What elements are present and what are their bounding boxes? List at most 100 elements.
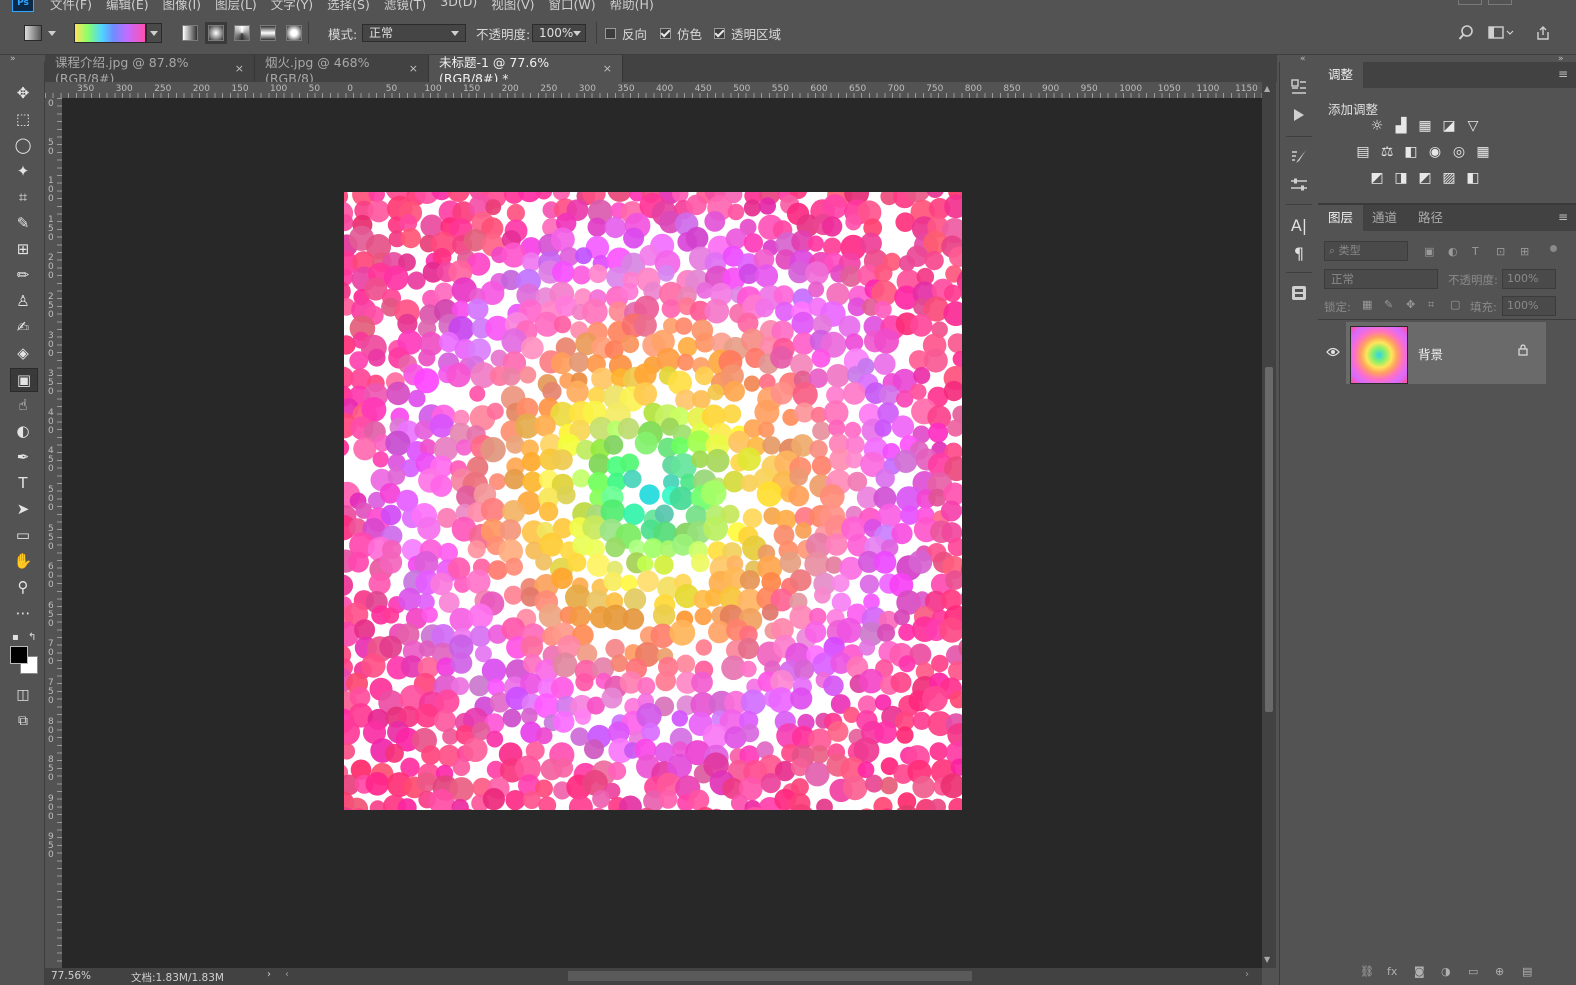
photo-filter-icon[interactable]: ◉ — [1426, 144, 1444, 160]
smudge-tool-icon[interactable]: ☝ — [10, 394, 36, 416]
brightness-icon[interactable]: ☼ — [1368, 118, 1386, 134]
angle-gradient-button[interactable] — [234, 22, 250, 44]
frame-tool-icon[interactable]: ⊞ — [10, 238, 36, 260]
menu-item[interactable]: 文件(F) — [50, 0, 92, 13]
move-tool-icon[interactable]: ✥ — [10, 82, 36, 104]
close-icon[interactable]: × — [235, 62, 244, 75]
adjustment-layer-icon[interactable]: ◑ — [1441, 965, 1451, 978]
layer-name[interactable]: 背景 — [1418, 344, 1443, 363]
scroll-up-icon[interactable]: ▲ — [1264, 84, 1270, 93]
history-icon[interactable] — [1288, 76, 1310, 98]
marquee-tool-icon[interactable]: ⬚ — [10, 108, 36, 130]
hand-tool-icon[interactable]: ✋ — [10, 550, 36, 572]
menu-item[interactable]: 帮助(H) — [610, 0, 654, 13]
checkbox[interactable] — [714, 27, 725, 39]
gradient-tool-icon[interactable]: ▣ — [10, 368, 38, 392]
character-icon[interactable]: A| — [1288, 214, 1310, 236]
tab-channels[interactable]: 通道 — [1362, 205, 1407, 231]
hue-sat-icon[interactable]: ▤ — [1354, 144, 1372, 160]
layer-thumbnail[interactable] — [1350, 326, 1408, 384]
screen-mode-icon[interactable]: ⧉ — [10, 710, 36, 732]
color-lookup-icon[interactable]: ▦ — [1474, 144, 1492, 160]
stamp-tool-icon[interactable]: ♙ — [10, 290, 36, 312]
exposure-icon[interactable]: ◪ — [1440, 118, 1458, 134]
paragraph-icon[interactable]: ¶ — [1288, 242, 1310, 264]
filter-image-icon[interactable]: ▣ — [1424, 245, 1434, 258]
glyphs-icon[interactable] — [1288, 282, 1310, 304]
maximize-button[interactable] — [1488, 0, 1512, 5]
menu-item[interactable]: 图像(I) — [163, 0, 201, 13]
path-select-tool-icon[interactable]: ➤ — [10, 498, 36, 520]
vibrance-icon[interactable]: ▽ — [1464, 118, 1482, 134]
threshold-icon[interactable]: ◩ — [1416, 170, 1434, 186]
history-brush-tool-icon[interactable]: ✍ — [10, 316, 36, 338]
pen-tool-icon[interactable]: ✒ — [10, 446, 36, 468]
invert-icon[interactable]: ◩ — [1368, 170, 1386, 186]
scroll-left-icon[interactable]: ‹ — [285, 969, 289, 980]
eye-icon[interactable] — [1326, 346, 1340, 360]
menu-item[interactable]: 文字(Y) — [271, 0, 313, 13]
mode-select[interactable]: 正常 — [362, 22, 466, 44]
diamond-gradient-button[interactable] — [286, 22, 302, 44]
tab-fireworks[interactable]: 烟火.jpg @ 468%(RGB/8) × — [255, 55, 429, 86]
tab-paths[interactable]: 路径 — [1408, 205, 1453, 231]
dodge-tool-icon[interactable]: ◐ — [10, 420, 36, 442]
scroll-right-icon[interactable]: › — [1245, 969, 1249, 980]
crop-tool-icon[interactable]: ⌗ — [10, 186, 36, 208]
foreground-color-swatch[interactable] — [10, 646, 28, 664]
filter-adjustment-icon[interactable]: ◐ — [1448, 245, 1458, 258]
scroll-down-icon[interactable]: ▼ — [1264, 955, 1270, 964]
zoom-level[interactable]: 77.56% — [51, 970, 91, 982]
zoom-tool-icon[interactable]: ⚲ — [10, 576, 36, 598]
gradient-preview[interactable] — [74, 23, 146, 43]
checkbox[interactable] — [605, 27, 616, 39]
document-canvas[interactable] — [344, 192, 962, 810]
dither-checkbox[interactable]: 仿色 — [660, 22, 702, 44]
filter-smart-object-icon[interactable]: ⊞ — [1520, 245, 1529, 258]
brush-tool-icon[interactable]: ✏ — [10, 264, 36, 286]
lock-artboard-icon[interactable]: ⌗ — [1428, 298, 1434, 312]
properties-icon[interactable] — [1288, 174, 1310, 196]
tab-adjustments[interactable]: 调整 — [1318, 62, 1364, 88]
menu-item[interactable]: 视图(V) — [491, 0, 534, 13]
lock-pixels-icon[interactable]: ▦ — [1362, 298, 1372, 311]
new-group-icon[interactable]: ▭ — [1468, 965, 1478, 978]
reflected-gradient-button[interactable] — [260, 22, 276, 44]
share-icon[interactable] — [1535, 22, 1551, 44]
search-icon[interactable] — [1458, 22, 1474, 44]
lasso-tool-icon[interactable]: ◯ — [10, 134, 36, 156]
tab-layers[interactable]: 图层 — [1318, 205, 1364, 231]
quick-mask-icon[interactable]: ◫ — [10, 684, 36, 706]
layer-row[interactable]: 背景 — [1346, 322, 1546, 384]
workspace-icon[interactable] — [1488, 22, 1514, 44]
close-icon[interactable]: × — [409, 62, 418, 75]
layer-style-icon[interactable]: fx — [1387, 965, 1397, 978]
default-colors-icon[interactable]: ▪ — [12, 632, 19, 643]
more-tools-icon[interactable]: ⋯ — [10, 602, 36, 624]
scrollbar-thumb[interactable] — [1265, 367, 1273, 712]
filter-shape-icon[interactable]: ⊡ — [1496, 245, 1505, 258]
checkbox[interactable] — [660, 27, 671, 39]
lock-icon[interactable] — [1518, 344, 1528, 359]
delete-layer-icon[interactable]: ▤ — [1522, 965, 1532, 978]
add-mask-icon[interactable]: ◙ — [1414, 965, 1425, 978]
menu-item[interactable]: 滤镜(T) — [384, 0, 426, 13]
brush-settings-icon[interactable] — [1288, 146, 1310, 168]
gradient-map-icon[interactable]: ▨ — [1440, 170, 1458, 186]
canvas-area[interactable] — [62, 98, 1262, 968]
eraser-tool-icon[interactable]: ◈ — [10, 342, 36, 364]
rectangle-tool-icon[interactable]: ▭ — [10, 524, 36, 546]
transparency-checkbox[interactable]: 透明区域 — [714, 22, 781, 44]
tool-preset-picker[interactable] — [24, 22, 56, 44]
gradient-dropdown-button[interactable] — [146, 23, 162, 43]
tab-untitled[interactable]: 未标题-1 @ 77.6%(RGB/8#) * × — [429, 55, 623, 86]
channel-mixer-icon[interactable]: ◎ — [1450, 144, 1468, 160]
horizontal-scrollbar-thumb[interactable] — [568, 971, 972, 981]
status-menu-icon[interactable]: › — [267, 969, 271, 980]
minimize-button[interactable] — [1458, 0, 1482, 5]
new-layer-icon[interactable]: ⊕ — [1495, 965, 1504, 978]
color-balance-icon[interactable]: ⚖ — [1378, 144, 1396, 160]
menu-item[interactable]: 窗口(W) — [549, 0, 596, 13]
lock-paint-icon[interactable]: ✎ — [1384, 298, 1393, 311]
panel-menu-icon[interactable]: ≡ — [1558, 210, 1568, 224]
